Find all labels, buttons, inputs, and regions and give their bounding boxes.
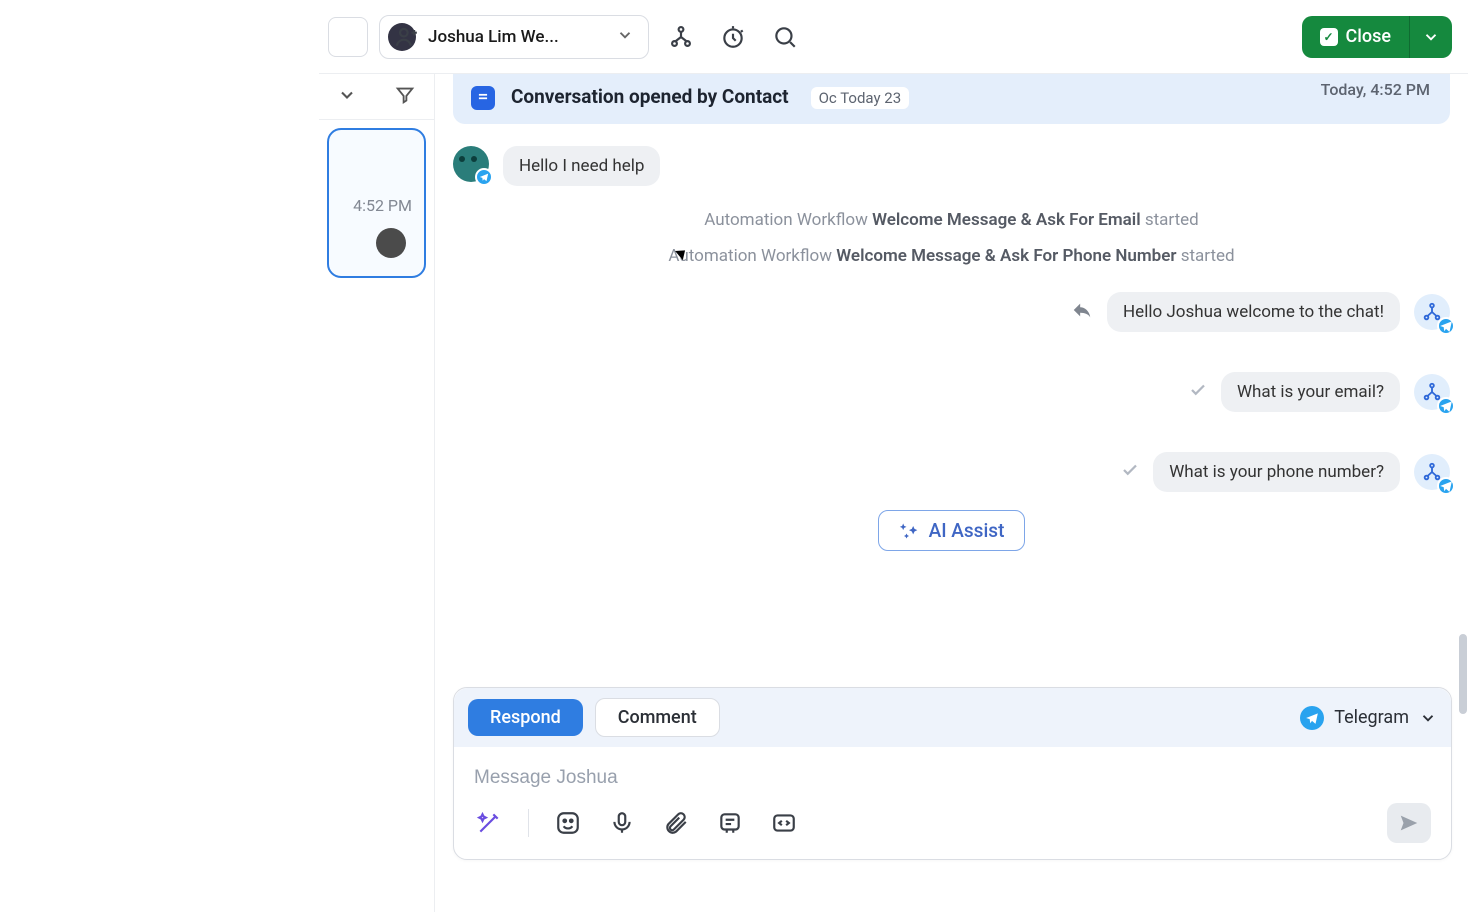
tab-comment[interactable]: Comment (595, 698, 720, 737)
telegram-badge-icon (1437, 397, 1455, 415)
expand-icon[interactable] (337, 85, 357, 109)
outgoing-message-3: What is your phone number? (453, 452, 1450, 492)
bot-avatar (1414, 374, 1450, 410)
channel-selector[interactable]: Telegram (1300, 706, 1437, 730)
snooze-icon[interactable] (713, 17, 753, 57)
contact-avatar-small (453, 146, 489, 182)
open-conversation-icon (471, 86, 495, 110)
bot-avatar (1414, 454, 1450, 490)
scrollbar-thumb[interactable] (1459, 634, 1467, 714)
message-input[interactable] (474, 767, 1431, 789)
contact-name: Joshua Lim We... (428, 27, 604, 47)
tab-respond[interactable]: Respond (468, 699, 583, 736)
conversation-opened-banner: Conversation opened by Contact Oc Today … (453, 74, 1450, 124)
outgoing-message-2: What is your email? (453, 372, 1450, 412)
conversation-card[interactable]: 4:52 PM (327, 128, 426, 278)
message-composer: Respond Comment Telegram (453, 687, 1452, 860)
telegram-badge-icon (1437, 477, 1455, 495)
close-label: Close (1346, 26, 1391, 47)
bot-avatar (1414, 294, 1450, 330)
send-button[interactable] (1387, 803, 1431, 843)
workflow-icon[interactable] (661, 17, 701, 57)
close-button-group: ✓ Close (1302, 16, 1452, 58)
mouse-cursor (678, 247, 694, 263)
message-bubble: Hello I need help (503, 146, 660, 186)
banner-date-pill: Oc Today 23 (811, 87, 910, 109)
workflow-started-1: Automation Workflow Welcome Message & As… (453, 210, 1450, 230)
workflow-started-2: Automation Workflow Welcome Message & As… (453, 246, 1450, 266)
ai-assist-button[interactable]: AI Assist (878, 510, 1026, 551)
ai-assist-label: AI Assist (929, 519, 1005, 542)
conversation-time: 4:52 PM (353, 196, 412, 215)
check-icon: ✓ (1320, 28, 1338, 46)
search-icon[interactable] (765, 17, 805, 57)
filter-icon[interactable] (394, 84, 416, 110)
message-bubble: What is your email? (1221, 372, 1400, 412)
telegram-icon (1300, 706, 1324, 730)
telegram-badge-icon (475, 168, 493, 186)
message-bubble: Hello Joshua welcome to the chat! (1107, 292, 1400, 332)
message-bubble: What is your phone number? (1153, 452, 1400, 492)
incoming-message: Hello I need help (453, 146, 1450, 186)
assignee-icon[interactable] (386, 17, 426, 57)
banner-timestamp: Today, 4:52 PM (1321, 80, 1430, 99)
emoji-icon[interactable] (553, 808, 583, 838)
banner-title: Conversation opened by Contact (511, 85, 789, 108)
sent-check-icon (1121, 461, 1139, 483)
telegram-badge-icon (1437, 317, 1455, 335)
assignee-avatar (376, 228, 406, 258)
code-icon[interactable] (769, 808, 799, 838)
outgoing-message-1: Hello Joshua welcome to the chat! (453, 292, 1450, 332)
inbox-selector[interactable] (328, 17, 368, 57)
divider (528, 809, 529, 837)
snippet-icon[interactable] (715, 808, 745, 838)
reply-icon (1071, 299, 1093, 325)
chevron-down-icon (1419, 709, 1437, 727)
attachment-icon[interactable] (661, 808, 691, 838)
voice-record-icon[interactable] (607, 808, 637, 838)
close-button[interactable]: ✓ Close (1302, 16, 1410, 58)
channel-label: Telegram (1334, 707, 1409, 728)
close-dropdown-button[interactable] (1410, 16, 1452, 58)
chevron-down-icon (616, 26, 634, 48)
sent-check-icon (1189, 381, 1207, 403)
ai-magic-icon[interactable] (474, 808, 504, 838)
